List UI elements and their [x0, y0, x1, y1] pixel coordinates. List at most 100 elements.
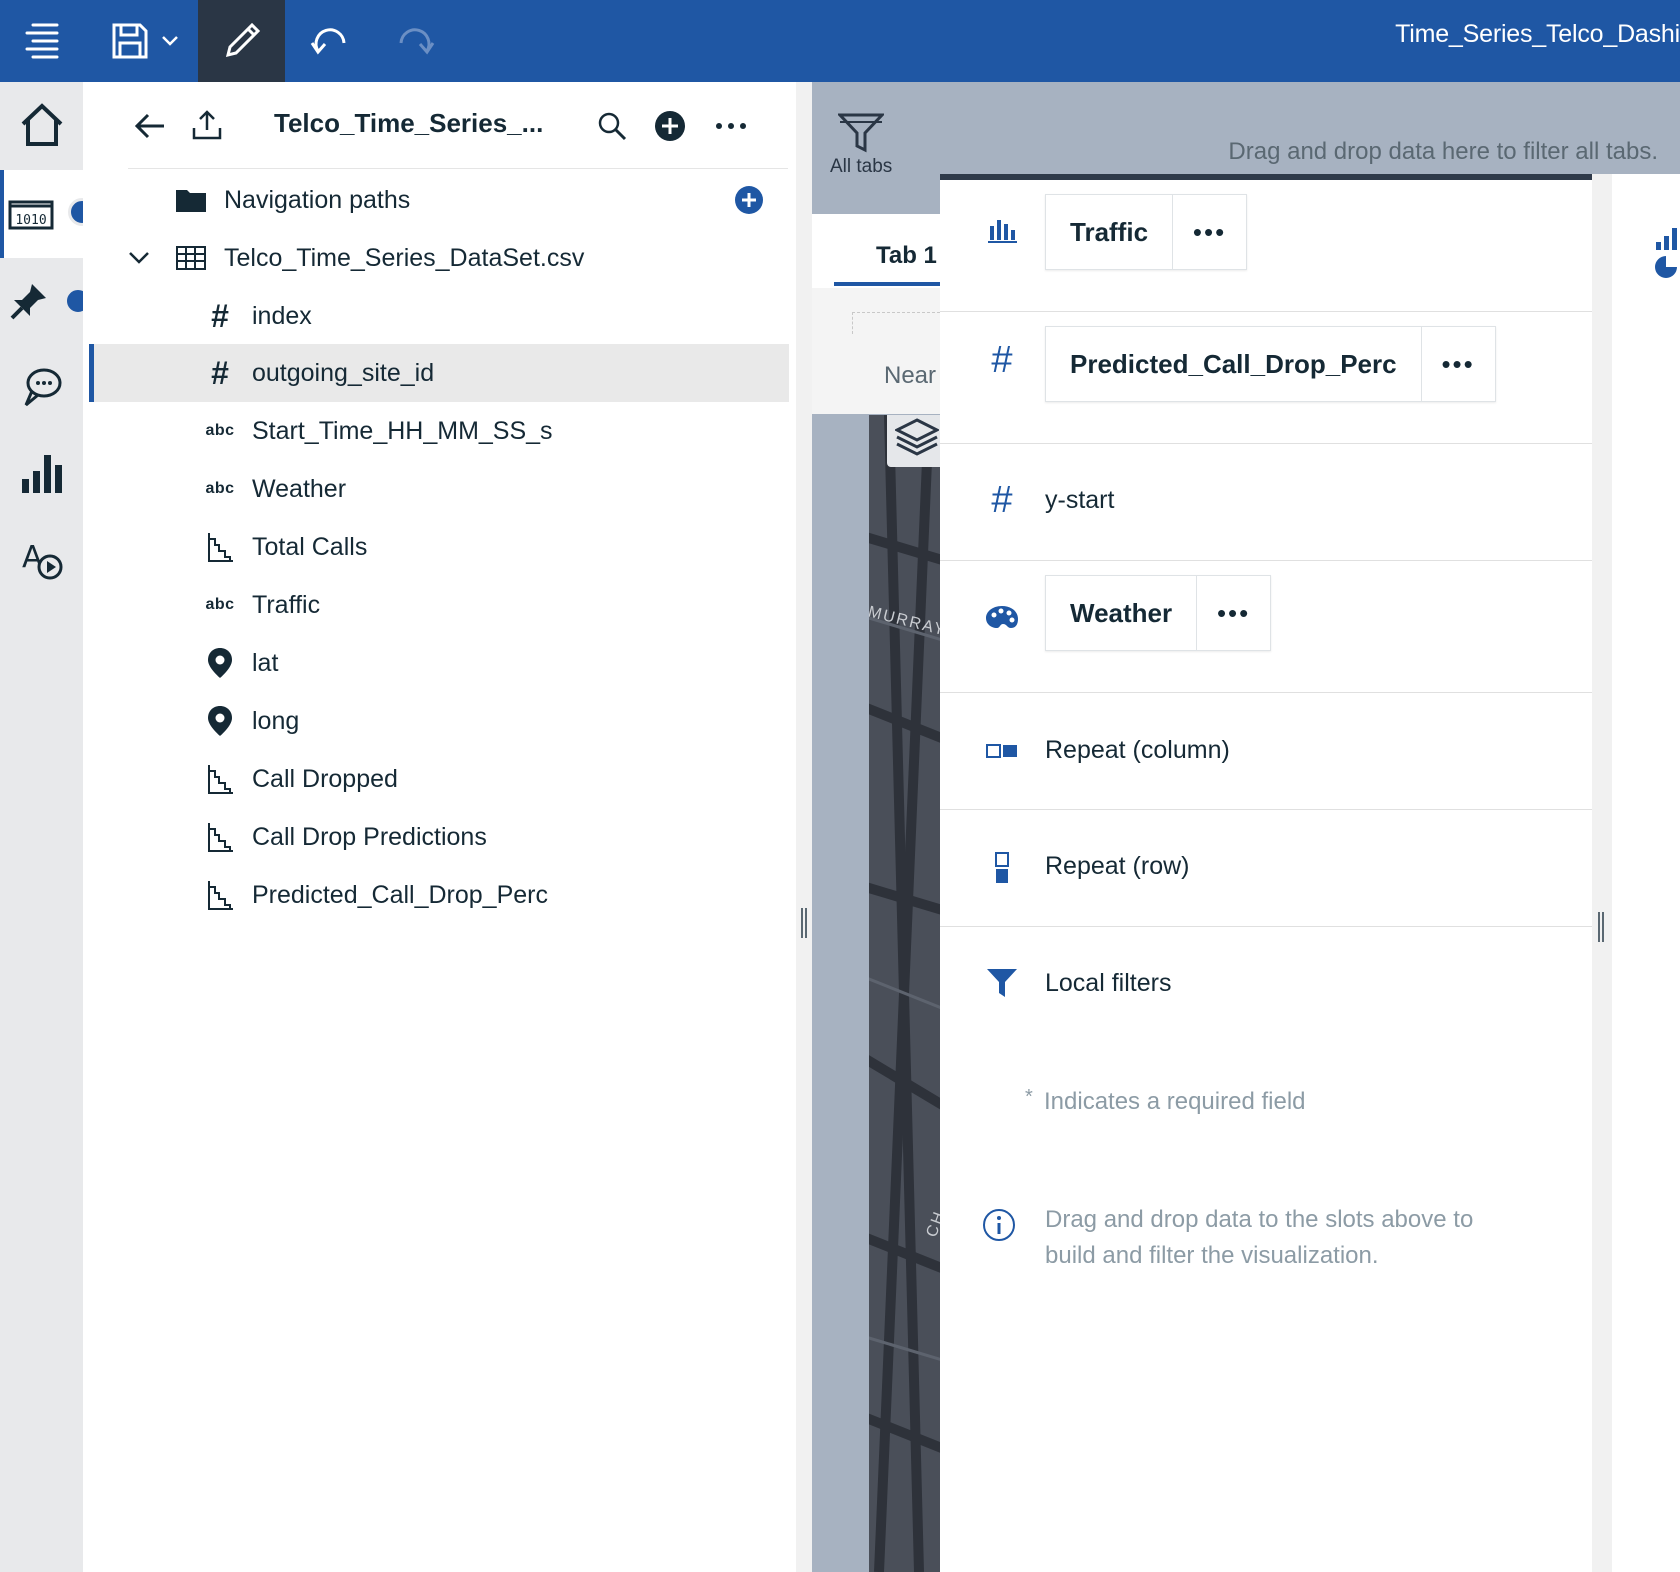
field-row-start-time[interactable]: abc Start_Time_HH_MM_SS_s [89, 402, 789, 460]
map-streets [869, 415, 940, 1572]
more-horizontal-icon[interactable]: ••• [1172, 195, 1246, 269]
hash-icon: # [211, 354, 229, 391]
repeat-column-icon [982, 731, 1022, 771]
more-horizontal-icon[interactable]: ••• [1420, 327, 1495, 401]
edit-mode-button[interactable] [198, 0, 285, 82]
filter-drop-hint: Drag and drop data here to filter all ta… [1228, 138, 1658, 165]
more-horizontal-icon[interactable]: ••• [1196, 576, 1270, 650]
rail-data-sources[interactable]: 1010 [0, 170, 96, 258]
data-sources-icon: 1010 [8, 200, 53, 230]
layers-icon [895, 418, 939, 456]
rail-home[interactable] [0, 82, 83, 168]
navigation-paths-row[interactable]: Navigation paths [89, 171, 789, 229]
map-widget[interactable]: MURRAY CH [869, 415, 940, 1572]
rail-visualizations[interactable] [0, 430, 83, 516]
redo-icon [399, 28, 435, 55]
splitter-grip[interactable] [801, 908, 807, 938]
search-icon [598, 112, 627, 141]
field-row-total-calls[interactable]: Total Calls [89, 518, 789, 576]
upload-button[interactable] [185, 102, 229, 146]
bar-pie-icon [1655, 228, 1677, 278]
table-icon [173, 240, 209, 276]
menu-button[interactable] [0, 0, 82, 82]
field-row-weather[interactable]: abc Weather [89, 460, 789, 518]
undo-icon [310, 28, 346, 55]
right-panel-edge [1612, 174, 1680, 1572]
info-line: build and filter the visualization. [1045, 1242, 1379, 1269]
more-options-button[interactable] [706, 104, 756, 148]
field-row-predicted-call-drop-perc[interactable]: Predicted_Call_Drop_Perc [89, 866, 789, 924]
field-row-traffic[interactable]: abc Traffic [89, 576, 789, 634]
slot-color[interactable]: Weather ••• [940, 561, 1592, 693]
add-navigation-path-button[interactable] [735, 186, 763, 214]
dataset-label: Telco_Time_Series_DataSet.csv [224, 243, 585, 272]
menu-icon [25, 23, 59, 59]
field-row-long[interactable]: long [89, 692, 789, 750]
required-note: Indicates a required field [1044, 1088, 1306, 1115]
field-row-call-drop-predictions[interactable]: Call Drop Predictions [89, 808, 789, 866]
dashboard-title: Time_Series_Telco_Dashi [1395, 20, 1680, 48]
redo-button[interactable] [385, 0, 445, 82]
dataset-row[interactable]: Telco_Time_Series_DataSet.csv [89, 229, 789, 287]
upload-icon [192, 110, 222, 140]
slot-repeat-row[interactable]: Repeat (row) [940, 810, 1592, 927]
field-label: long [252, 706, 300, 735]
panel-splitter[interactable] [1592, 174, 1612, 1572]
search-button[interactable] [590, 104, 634, 148]
field-label: Call Dropped [252, 764, 398, 793]
svg-text:1010: 1010 [15, 213, 46, 228]
palette-icon [982, 597, 1022, 637]
measure-icon [202, 761, 238, 797]
filter-icon [982, 963, 1022, 1003]
add-circle-icon [735, 186, 763, 214]
add-button[interactable] [648, 104, 692, 148]
slot-pill-traffic[interactable]: Traffic ••• [1045, 194, 1248, 270]
required-star: * [1025, 1086, 1033, 1108]
splitter-grip[interactable] [1598, 912, 1604, 942]
back-button[interactable] [128, 104, 172, 148]
slot-pill-weather[interactable]: Weather ••• [1045, 575, 1272, 651]
save-options-dropdown[interactable] [158, 0, 182, 82]
field-label: Start_Time_HH_MM_SS_s [252, 416, 553, 445]
rail-pins[interactable] [0, 258, 92, 344]
field-label: index [252, 301, 312, 330]
slot-bars[interactable]: Traffic ••• [940, 180, 1592, 312]
field-label: Predicted_Call_Drop_Perc [252, 880, 548, 909]
visualization-type-button[interactable] [1654, 226, 1680, 285]
widget-title: Near [884, 362, 937, 389]
home-icon [21, 103, 62, 146]
folder-icon [173, 182, 209, 218]
slot-y-start[interactable]: # y-start [940, 444, 1592, 561]
all-tabs-filter[interactable]: All tabs [830, 112, 894, 178]
slot-repeat-column[interactable]: Repeat (column) [940, 693, 1592, 810]
map-layers-button[interactable] [887, 415, 940, 467]
slot-local-filters[interactable]: Local filters [940, 927, 1592, 1037]
info-line: Drag and drop data to the slots above to [1045, 1206, 1474, 1233]
field-row-lat[interactable]: lat [89, 634, 789, 692]
field-label: Call Drop Predictions [252, 822, 487, 851]
undo-button[interactable] [300, 0, 360, 82]
field-row-outgoing-site-id[interactable]: # outgoing_site_id [89, 344, 789, 402]
chevron-down-icon[interactable] [121, 240, 157, 276]
add-circle-icon [655, 111, 685, 141]
panel-splitter[interactable] [796, 82, 812, 1572]
slot-length[interactable]: # Predicted_Call_Drop_Perc ••• [940, 312, 1592, 444]
info-icon [982, 1208, 1016, 1247]
field-row-index[interactable]: # index [89, 287, 789, 345]
navigation-paths-label: Navigation paths [224, 185, 411, 214]
measure-icon [202, 529, 238, 565]
save-button[interactable] [100, 0, 160, 82]
slot-pill-predicted-call-drop-perc[interactable]: Predicted_Call_Drop_Perc ••• [1045, 326, 1496, 402]
rail-assistant[interactable] [0, 344, 83, 430]
location-pin-icon [202, 645, 238, 681]
hash-icon: # [991, 338, 1013, 381]
text-type-icon: abc [205, 480, 235, 497]
tab-1-underline [834, 282, 940, 286]
slot-label: Repeat (row) [1045, 852, 1190, 880]
measure-icon [202, 819, 238, 855]
tab-1[interactable]: Tab 1 [876, 242, 937, 270]
save-icon [112, 23, 148, 59]
rail-text-media[interactable]: A [0, 516, 83, 602]
field-row-call-dropped[interactable]: Call Dropped [89, 750, 789, 808]
visualizations-icon [21, 455, 62, 493]
